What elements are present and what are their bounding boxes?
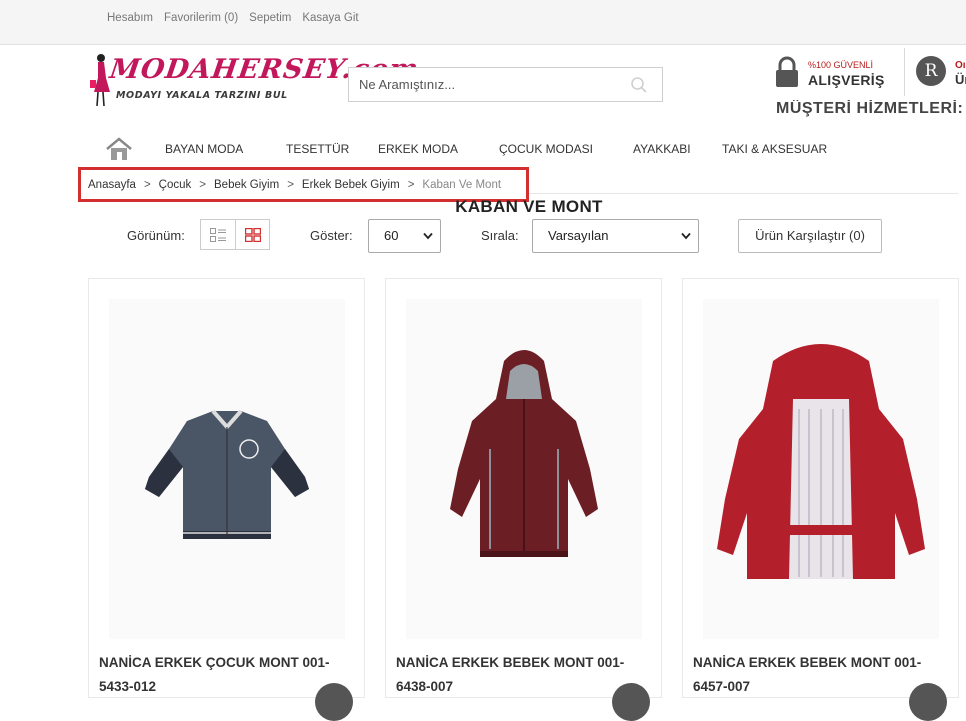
breadcrumb-erkek-bebek-giyim[interactable]: Erkek Bebek Giyim [302,179,400,191]
search-icon[interactable] [630,76,648,94]
home-icon[interactable] [104,136,134,162]
product-image[interactable] [406,299,642,639]
badge-text-line2: Üı [955,72,966,87]
customer-service: MÜŞTERİ HİZMETLERİ: 0850 [776,100,966,118]
link-favorilerim[interactable]: Favorilerim (0) [164,12,238,24]
add-to-cart-button[interactable] [315,683,353,721]
grid-view-icon [244,227,261,242]
header-divider [904,48,905,96]
product-card[interactable]: NANİCA ERKEK BEBEK MONT 001-6438-007 [385,278,662,721]
secure-line2: ALIŞVERİŞ [808,72,885,88]
show-label: Göster: [310,228,353,243]
view-toggle [200,219,270,250]
nav-erkek-moda[interactable]: ERKEK MODA [378,142,458,156]
logo-tagline: MODAYI YAKALA TARZINI BUL [116,90,288,101]
show-count-value: 60 [384,228,399,243]
add-to-cart-button[interactable] [612,683,650,721]
link-kasaya-git[interactable]: Kasaya Git [302,12,358,24]
list-view-button[interactable] [201,220,235,249]
nav-cocuk-modasi[interactable]: ÇOCUK MODASI [499,142,593,156]
nav-ayakkabi[interactable]: AYAKKABI [633,142,691,156]
add-to-cart-button[interactable] [909,683,947,721]
search-input[interactable] [349,68,619,101]
nav-bayan-moda[interactable]: BAYAN MODA [165,142,243,156]
breadcrumb-separator: > [199,178,206,191]
secure-line1: %100 GÜVENLİ [808,60,874,70]
chevron-down-icon [423,232,433,240]
badge-text-line1: Oı [955,60,966,71]
chevron-down-icon [681,232,691,240]
lock-icon [776,56,798,87]
site-logo[interactable]: MODAHERSEY.com MODAYI YAKALA TARZINI BUL [86,52,421,112]
original-badge-icon: R [916,56,946,86]
product-card[interactable]: NANİCA ERKEK ÇOCUK MONT 001-5433-012 [88,278,365,721]
show-count-select[interactable]: 60 [368,219,441,253]
sort-label: Sırala: [481,228,519,243]
nav-taki-aksesuar[interactable]: TAKI & AKSESUAR [722,142,827,156]
product-name[interactable]: NANİCA ERKEK BEBEK MONT 001-6438-007 [396,651,646,699]
list-view-icon [210,227,226,242]
breadcrumb-current: Kaban Ve Mont [422,178,502,191]
breadcrumb-separator: > [407,178,415,191]
view-label: Görünüm: [127,228,185,243]
support-label: MÜŞTERİ HİZMETLERİ: [776,100,964,117]
breadcrumb-bebek-giyim[interactable]: Bebek Giyim [214,179,279,191]
product-name[interactable]: NANİCA ERKEK BEBEK MONT 001-6457-007 [693,651,943,699]
breadcrumb-cocuk[interactable]: Çocuk [159,179,192,191]
grid-view-button[interactable] [235,220,269,249]
breadcrumb-anasayfa[interactable]: Anasayfa [88,179,136,191]
secure-shopping-badge: %100 GÜVENLİ ALIŞVERİŞ [774,56,894,92]
breadcrumb-separator: > [287,178,294,191]
nav-tesettur[interactable]: TESETTÜR [286,142,349,156]
page-title: KABAN VE MONT [455,197,603,216]
sort-select[interactable]: Varsayılan [532,219,699,253]
product-name[interactable]: NANİCA ERKEK ÇOCUK MONT 001-5433-012 [99,651,349,699]
sort-value: Varsayılan [548,228,609,243]
account-links: Hesabım Favorilerim (0) Sepetim Kasaya G… [107,12,359,24]
top-bar: Hesabım Favorilerim (0) Sepetim Kasaya G… [0,0,966,45]
link-sepetim[interactable]: Sepetim [249,12,291,24]
product-card[interactable]: NANİCA ERKEK BEBEK MONT 001-6457-007 [682,278,959,721]
link-hesabim[interactable]: Hesabım [107,12,153,24]
compare-products-button[interactable]: Ürün Karşılaştır (0) [738,219,882,253]
breadcrumb-separator: > [143,178,151,191]
product-image[interactable] [703,299,939,639]
main-nav: BAYAN MODA TESETTÜR ERKEK MODA ÇOCUK MOD… [104,136,924,162]
product-image[interactable] [109,299,345,639]
search-box [348,67,663,102]
